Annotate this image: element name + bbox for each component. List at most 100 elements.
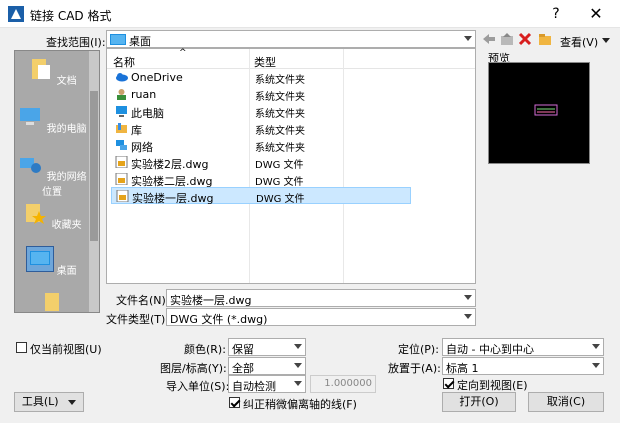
file-row-this-pc[interactable]: 此电脑 系统文件夹 [111,103,411,120]
file-list-header: 名称 ^ 类型 [107,48,475,70]
chevron-down-icon [294,344,302,349]
up-folder-icon[interactable] [500,32,514,46]
filetype-value: DWG 文件 (*.dwg) [170,313,268,326]
network-icon [20,158,42,173]
title-bar: 链接 CAD 格式 ? ✕ [0,0,620,28]
file-row-library[interactable]: 库 系统文件夹 [111,120,411,137]
revit-app-icon [8,6,24,22]
views-dropdown-icon[interactable] [602,38,610,43]
onedrive-icon [116,73,128,82]
filetype-combo[interactable]: DWG 文件 (*.dwg) [166,308,476,326]
layers-label: 图层/标高(Y): [160,362,227,375]
places-scrollbar[interactable] [89,51,99,312]
file-row-ruan[interactable]: ruan 系统文件夹 [111,86,411,103]
open-button[interactable]: 打开(O) [442,392,516,412]
file-type: 系统文件夹 [255,75,305,86]
file-row-dwg[interactable]: 实验楼2层.dwg DWG 文件 [111,154,411,171]
color-combo[interactable]: 保留 [228,338,306,356]
place-at-value: 标高 1 [446,362,479,375]
place-label: 我的网络位置 [42,172,87,198]
file-type: DWG 文件 [256,194,305,205]
place-label: 我的电脑 [46,124,87,135]
file-name: ruan [131,88,157,101]
dwg-icon [116,190,129,202]
favorites-icon [26,204,47,224]
place-label: 桌面 [56,266,77,277]
folder-icon[interactable] [39,291,65,311]
units-label: 导入单位(S): [166,380,230,393]
dwg-icon [115,173,128,185]
column-type-header[interactable]: 类型 [254,54,276,70]
file-type: 系统文件夹 [255,143,305,154]
places-scroll-thumb[interactable] [90,91,98,241]
position-label: 定位(P): [398,343,439,356]
color-label: 颜色(R): [184,343,226,356]
network-icon [116,140,127,150]
place-at-label: 放置于(A): [388,362,441,375]
file-type: DWG 文件 [255,177,304,188]
lookin-value: 桌面 [129,35,151,48]
new-folder-icon[interactable] [538,32,552,46]
filename-input[interactable]: 实验楼一层.dwg [166,289,476,307]
place-favorites[interactable]: 收藏夹 [15,201,89,231]
file-name: 网络 [131,141,153,154]
current-view-label: 仅当前视图(U) [30,343,102,356]
current-view-checkbox[interactable] [16,342,27,353]
correct-lines-checkbox[interactable] [229,397,240,408]
file-row-dwg-selected[interactable]: 实验楼一层.dwg DWG 文件 [111,187,411,205]
tools-button[interactable]: 工具(L) [14,392,84,412]
file-name: OneDrive [131,71,183,84]
filename-value: 实验楼一层.dwg [170,294,252,307]
file-row-network[interactable]: 网络 系统文件夹 [111,137,411,154]
views-menu[interactable]: 查看(V) [560,34,598,50]
place-at-combo[interactable]: 标高 1 [442,357,604,375]
back-icon[interactable] [482,32,496,46]
place-my-computer[interactable]: 我的电脑 [15,105,89,135]
thispc-icon [116,106,127,117]
file-list[interactable]: 名称 ^ 类型 OneDrive 系统文件夹 ruan 系统文件夹 此电脑 系统… [106,48,476,284]
computer-icon [20,108,41,125]
preview-thumbnail [534,104,558,116]
orient-to-view-label: 定向到视图(E) [457,379,528,392]
file-name: 库 [131,124,142,137]
desktop-icon [26,246,55,272]
user-icon [117,89,126,100]
chevron-down-icon[interactable] [464,295,472,300]
chevron-down-icon [592,344,600,349]
place-desktop[interactable]: 桌面 [15,246,89,277]
correct-lines-label: 纠正稍微偏离轴的线(F) [243,398,357,411]
filename-label: 文件名(N): [116,294,170,307]
close-button[interactable]: ✕ [574,0,618,28]
file-type: DWG 文件 [255,160,304,171]
help-button[interactable]: ? [546,4,566,24]
chevron-down-icon [464,36,472,41]
place-network[interactable]: 我的网络位置 [15,153,89,198]
places-bar: 文档 我的电脑 我的网络位置 收藏夹 桌面 [14,50,100,313]
lookin-combo[interactable]: 桌面 [106,30,476,48]
place-label: 文档 [56,76,77,87]
file-type: 系统文件夹 [255,109,305,120]
units-combo[interactable]: 自动检测 [228,375,306,393]
position-combo[interactable]: 自动 - 中心到中心 [442,338,604,356]
filetype-label: 文件类型(T): [106,313,170,326]
window-title: 链接 CAD 格式 [30,9,112,23]
desktop-icon [110,34,126,45]
units-value: 自动检测 [232,380,276,393]
delete-icon[interactable] [518,32,532,46]
scale-input[interactable]: 1.000000 [310,375,376,393]
file-row-dwg[interactable]: 实验楼二层.dwg DWG 文件 [111,171,411,188]
file-type: 系统文件夹 [255,92,305,103]
color-value: 保留 [232,343,254,356]
cancel-button[interactable]: 取消(C) [528,392,604,412]
documents-icon [32,59,51,79]
layers-combo[interactable]: 全部 [228,357,306,375]
file-name: 此电脑 [131,107,164,120]
orient-to-view-checkbox[interactable] [443,378,454,389]
file-name: 实验楼2层.dwg [131,158,209,171]
chevron-down-icon [464,314,472,319]
place-label: 收藏夹 [51,220,82,231]
file-row-onedrive[interactable]: OneDrive 系统文件夹 [111,69,411,86]
lookin-label: 查找范围(I): [46,36,106,49]
column-name-header[interactable]: 名称 [113,54,135,70]
place-documents[interactable]: 文档 [15,57,89,87]
